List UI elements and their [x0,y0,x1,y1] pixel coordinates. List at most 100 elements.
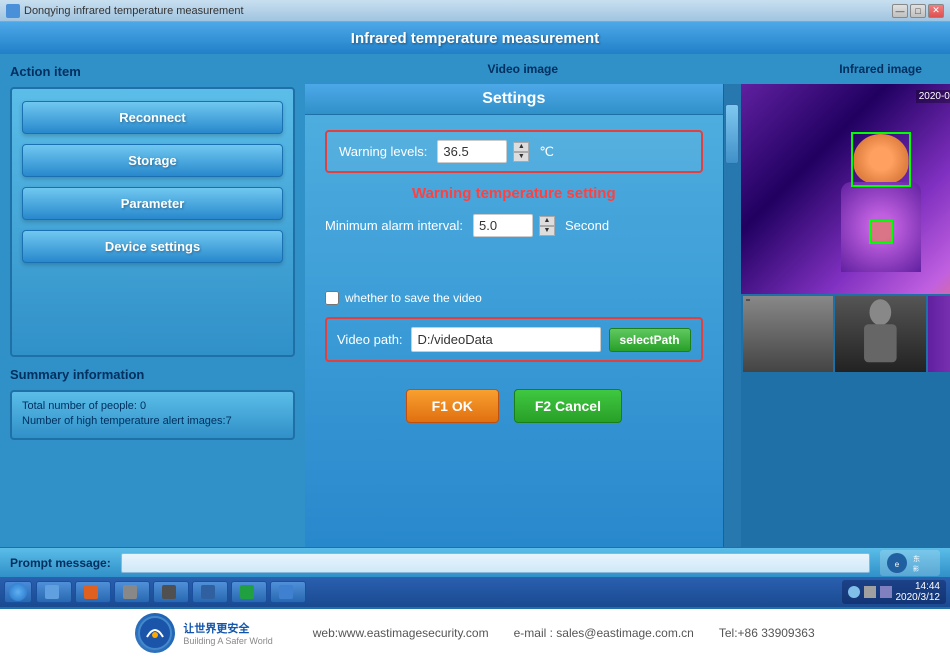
prompt-bar: Prompt message: e 东 影 [0,547,950,577]
brand-chinese: 让世界更安全 [183,620,272,636]
device-settings-button[interactable]: Device settings [22,230,283,263]
infrared-main-image: 2020-03-12 14:44:42 35.9℃ [741,84,950,294]
thumbnail-3[interactable] [928,296,950,372]
summary-section: Total number of people: 0 Number of high… [10,390,295,440]
close-button[interactable]: ✕ [928,4,944,18]
warning-levels-box: Warning levels: ▲ ▼ ℃ [325,130,703,173]
taskbar-item-2[interactable] [75,581,111,603]
taskbar-item-3[interactable] [114,581,150,603]
minimize-button[interactable]: — [892,4,908,18]
brand-text: 让世界更安全 Building A Safer World [183,620,272,646]
storage-button[interactable]: Storage [22,144,283,177]
summary-section-title: Summary information [10,367,295,382]
warning-levels-input[interactable] [437,140,507,163]
body-detection-rect [869,220,893,244]
alarm-interval-label: Minimum alarm interval: [325,218,463,233]
brand-web: web:www.eastimagesecurity.com [313,626,489,640]
infrared-timestamp: 2020-03-12 14:44:42 [916,90,950,103]
taskbar-item-7[interactable] [270,581,306,603]
parameter-button[interactable]: Parameter [22,187,283,220]
video-path-label: Video path: [337,332,403,347]
app-title: Infrared temperature measurement [351,30,599,47]
taskbar-item-5[interactable] [192,581,228,603]
volume-icon [864,586,876,598]
settings-action-row: F1 OK F2 Cancel [325,389,703,423]
taskbar-icon-4 [162,585,176,599]
taskbar-item-4[interactable] [153,581,189,603]
alarm-unit: Second [565,218,609,233]
title-bar: Donqying infrared temperature measuremen… [0,0,950,22]
video-header: Video image [305,54,741,84]
taskbar-icon-6 [240,585,254,599]
high-temp-row: Number of high temperature alert images:… [22,415,283,427]
video-path-input[interactable] [411,327,601,352]
brand-email: e-mail : sales@eastimage.com.cn [514,626,694,640]
taskbar: 14:44 2020/3/12 [0,577,950,607]
infrared-panel: 2020-03-12 14:44:42 35.9℃ [741,84,950,547]
video-path-box: Video path: selectPath [325,317,703,362]
alarm-interval-input[interactable] [473,214,533,237]
title-bar-controls: — □ ✕ [892,4,944,18]
brand-tel: Tel:+86 33909363 [719,626,815,640]
action-section-title: Action item [10,64,295,79]
security-icon [880,586,892,598]
warning-spin-controls: ▲ ▼ [513,142,529,162]
image-header: Video image Infrared image [305,54,950,84]
ok-button[interactable]: F1 OK [406,389,499,423]
window-title: Donqying infrared temperature measuremen… [24,5,244,17]
taskbar-date: 2020/3/12 [896,592,941,603]
infrared-header: Infrared image [741,54,950,84]
taskbar-icon-3 [123,585,137,599]
app-title-bar: Infrared temperature measurement [0,22,950,54]
main-area: Action item Reconnect Storage Parameter … [0,54,950,547]
reconnect-button[interactable]: Reconnect [22,101,283,134]
windows-logo [9,583,27,601]
warning-levels-label: Warning levels: [339,144,427,159]
brand-contact-info: web:www.eastimagesecurity.com e-mail : s… [313,626,815,640]
restore-button[interactable]: □ [910,4,926,18]
alarm-spin-down[interactable]: ▼ [539,226,555,236]
cancel-button[interactable]: F2 Cancel [514,389,622,423]
brand-logo: 让世界更安全 Building A Safer World [135,613,272,653]
select-path-button[interactable]: selectPath [609,328,691,352]
brand-sub: Building A Safer World [183,636,272,646]
alarm-interval-row: Minimum alarm interval: ▲ ▼ Second [325,214,703,237]
alarm-spin-up[interactable]: ▲ [539,216,555,226]
taskbar-icon-7 [279,585,293,599]
taskbar-icon-1 [45,585,59,599]
taskbar-tray: 14:44 2020/3/12 [842,580,947,604]
taskbar-item-1[interactable] [36,581,72,603]
app-icon [6,4,20,18]
network-icon [848,586,860,598]
thumbnail-1[interactable] [743,296,834,372]
warning-temp-title: Warning temperature setting [325,185,703,202]
taskbar-icon-5 [201,585,215,599]
svg-text:e: e [895,560,900,569]
warning-spin-up[interactable]: ▲ [513,142,529,152]
right-main: Video image Infrared image Settings Warn… [305,54,950,547]
video-save-label: whether to save the video [345,291,482,305]
warning-spin-down[interactable]: ▼ [513,152,529,162]
total-people-row: Total number of people: 0 [22,400,283,412]
start-button[interactable] [4,581,32,603]
settings-body: Warning levels: ▲ ▼ ℃ Warning temperatur… [305,115,723,438]
person-silhouette [821,114,941,284]
taskbar-items [36,581,838,603]
scrollbar[interactable] [723,84,741,547]
taskbar-clock: 14:44 2020/3/12 [896,581,941,603]
brand-logo-small: e 东 影 [880,550,940,576]
prompt-label: Prompt message: [10,556,111,570]
taskbar-icon-2 [84,585,98,599]
bottom-branding: 让世界更安全 Building A Safer World web:www.ea… [0,607,950,657]
video-save-checkbox[interactable] [325,291,339,305]
face-detection-rect [851,132,911,187]
thumbnail-2[interactable] [835,296,926,372]
content-area: Settings Warning levels: ▲ ▼ ℃ Warning t… [305,84,950,547]
left-panel: Action item Reconnect Storage Parameter … [0,54,305,547]
video-save-row: whether to save the video [325,291,703,305]
scroll-thumb[interactable] [725,104,739,164]
settings-title: Settings [305,84,723,115]
action-buttons-container: Reconnect Storage Parameter Device setti… [10,87,295,357]
taskbar-item-6[interactable] [231,581,267,603]
logo-image [135,613,175,653]
